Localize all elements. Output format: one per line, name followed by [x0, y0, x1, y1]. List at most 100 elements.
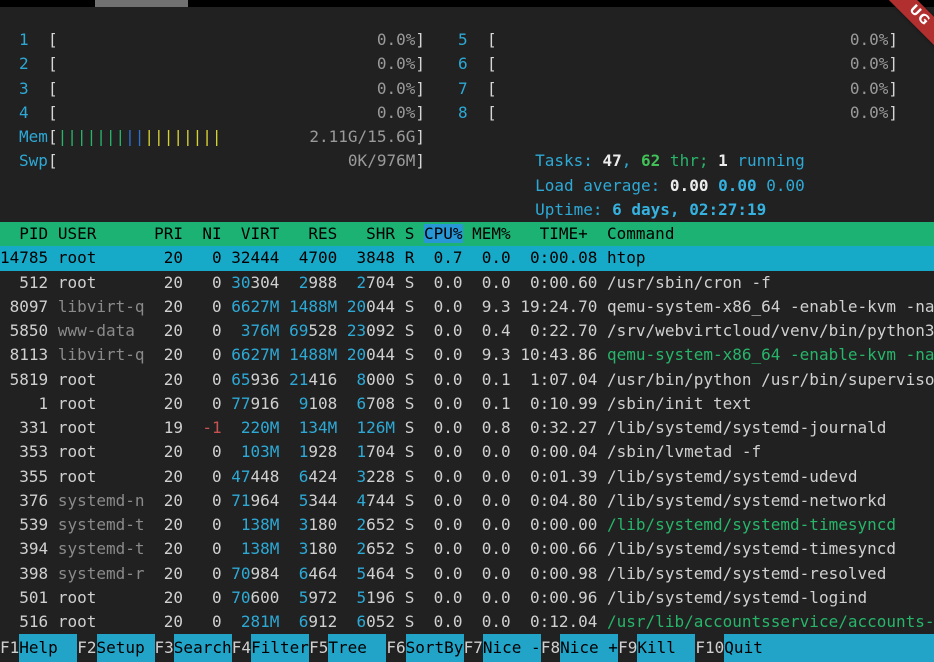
process-row[interactable]: 14785 root 20 0 32444 4700 3848 R 0.7 0.… [0, 246, 934, 270]
cell-virt: 70984 [231, 564, 279, 583]
memory-meter: Mem[ |||||||||||||||||2.11G/15.6G ] [19, 125, 425, 149]
threads-count: 62 [641, 151, 660, 170]
col-res[interactable]: RES [289, 224, 337, 243]
fkey-f8-nice-[interactable]: F8Nice + [541, 634, 618, 662]
cell-res: 1928 [289, 442, 337, 461]
process-row[interactable]: 5850 www-data 20 0 376M 69528 23092 S 0.… [0, 319, 934, 343]
cell-time: 0:00.66 [520, 539, 597, 558]
process-row[interactable]: 394 systemd-t 20 0 138M 3180 2652 S 0.0 … [0, 537, 934, 561]
tasks-count: 47 [603, 151, 622, 170]
col-pri[interactable]: PRI [154, 224, 183, 243]
col-mem[interactable]: MEM% [472, 224, 511, 243]
cell-command: /lib/systemd/systemd-networkd [607, 491, 886, 510]
process-row[interactable]: 1 root 20 0 77916 9108 6708 S 0.0 0.1 0:… [0, 392, 934, 416]
fkey-f1-help[interactable]: F1Help [0, 634, 77, 662]
load-average-label: Load average: [535, 176, 670, 195]
cell-user: root [58, 248, 145, 267]
process-row[interactable]: 8113 libvirt-q 20 0 6627M 1488M 20044 S … [0, 343, 934, 367]
cell-virt: 6627M [231, 345, 279, 364]
fkey-f9-kill[interactable]: F9Kill [618, 634, 695, 662]
cell-pri: 20 [154, 370, 183, 389]
cell-pid: 5850 [0, 321, 48, 340]
window-top-strip [0, 0, 934, 7]
fkey-key: F1 [0, 634, 19, 662]
fkey-key: F4 [232, 634, 251, 662]
uptime-value: 6 days, 02:27:19 [612, 200, 766, 219]
swap-meter: Swp[ 0K/976M ] [19, 149, 425, 173]
fkey-f4-filter[interactable]: F4Filter [232, 634, 309, 662]
cell-mem: 0.0 [472, 442, 511, 461]
cell-shr: 6708 [347, 394, 395, 413]
process-row[interactable]: 501 root 20 0 70600 5972 5196 S 0.0 0.0 … [0, 586, 934, 610]
cell-time: 0:04.80 [520, 491, 597, 510]
cell-command: /lib/systemd/systemd-journald [607, 418, 886, 437]
cpu-meter-7: 7[ 0.0%] [458, 77, 898, 101]
cell-shr: 2652 [347, 515, 395, 534]
meter-open-bracket: [ [487, 77, 497, 101]
meter-open-bracket: [ [48, 101, 58, 125]
cell-pid: 501 [0, 588, 48, 607]
col-user[interactable]: USER [58, 224, 145, 243]
meter-open-bracket: [ [487, 28, 497, 52]
process-row[interactable]: 355 root 20 0 47448 6424 3228 S 0.0 0.0 … [0, 465, 934, 489]
cell-shr: 8000 [347, 370, 395, 389]
cell-pid: 353 [0, 442, 48, 461]
cell-shr: 1704 [347, 442, 395, 461]
process-row[interactable]: 5819 root 20 0 65936 21416 8000 S 0.0 0.… [0, 368, 934, 392]
cell-virt: 30304 [231, 273, 279, 292]
fkey-f6-sortby[interactable]: F6SortBy [386, 634, 463, 662]
cell-shr: 126M [347, 418, 395, 437]
meter-open-bracket: [ [48, 149, 58, 173]
meter-close-bracket: ] [888, 52, 898, 76]
col-command[interactable]: Command [607, 224, 674, 243]
process-row[interactable]: 398 systemd-r 20 0 70984 6464 5464 S 0.0… [0, 562, 934, 586]
cell-pid: 516 [0, 612, 48, 631]
cell-cpu: 0.0 [424, 588, 463, 607]
col-shr[interactable]: SHR [347, 224, 395, 243]
cell-pid: 8097 [0, 297, 48, 316]
window-tab[interactable] [95, 0, 188, 7]
col-virt[interactable]: VIRT [231, 224, 279, 243]
process-row[interactable]: 512 root 20 0 30304 2988 2704 S 0.0 0.0 … [0, 271, 934, 295]
col-time[interactable]: TIME+ [520, 224, 597, 243]
col-cpu-sort[interactable]: CPU% [424, 224, 463, 243]
cell-pri: 20 [154, 297, 183, 316]
cell-command: qemu-system-x86_64 -enable-kvm -na [607, 297, 934, 316]
fkey-f5-tree[interactable]: F5Tree [309, 634, 386, 662]
process-row[interactable]: 539 systemd-t 20 0 138M 3180 2652 S 0.0 … [0, 513, 934, 537]
cell-virt: 71964 [231, 491, 279, 510]
process-row[interactable]: 376 systemd-n 20 0 71964 5344 4744 S 0.0… [0, 489, 934, 513]
memory-meter-label: Mem [19, 125, 48, 149]
cell-time: 0:00.98 [520, 564, 597, 583]
cell-pid: 331 [0, 418, 48, 437]
process-row[interactable]: 331 root 19 -1 220M 134M 126M S 0.0 0.8 … [0, 416, 934, 440]
col-pid[interactable]: PID [0, 224, 48, 243]
cell-state: R [405, 248, 415, 267]
cell-cpu: 0.0 [424, 612, 463, 631]
cell-command: /usr/sbin/cron -f [607, 273, 771, 292]
col-s[interactable]: S [405, 224, 415, 243]
process-row[interactable]: 516 root 20 0 281M 6912 6052 S 0.0 0.0 0… [0, 610, 934, 634]
cell-shr: 5196 [347, 588, 395, 607]
cell-res: 134M [289, 418, 337, 437]
cell-pri: 20 [154, 321, 183, 340]
cell-user: root [58, 467, 145, 486]
cell-pri: 20 [154, 539, 183, 558]
cell-mem: 0.0 [472, 539, 511, 558]
fkey-f3-search[interactable]: F3Search [155, 634, 232, 662]
cpu-meter-2: 2[ 0.0%] [19, 52, 425, 76]
fkey-f2-setup[interactable]: F2Setup [77, 634, 154, 662]
process-row[interactable]: 8097 libvirt-q 20 0 6627M 1488M 20044 S … [0, 295, 934, 319]
cell-pid: 539 [0, 515, 48, 534]
cell-shr: 5464 [347, 564, 395, 583]
cell-pri: 20 [154, 564, 183, 583]
cell-state: S [405, 345, 415, 364]
cell-pid: 376 [0, 491, 48, 510]
cell-cpu: 0.0 [424, 394, 463, 413]
cell-virt: 281M [231, 612, 279, 631]
table-header-row[interactable]: PID USER PRI NI VIRT RES SHR S CPU% MEM%… [0, 222, 934, 246]
col-ni[interactable]: NI [193, 224, 222, 243]
process-row[interactable]: 353 root 20 0 103M 1928 1704 S 0.0 0.0 0… [0, 440, 934, 464]
fkey-f10-quit[interactable]: F10Quit [695, 634, 934, 662]
fkey-f7-nice-[interactable]: F7Nice - [464, 634, 541, 662]
